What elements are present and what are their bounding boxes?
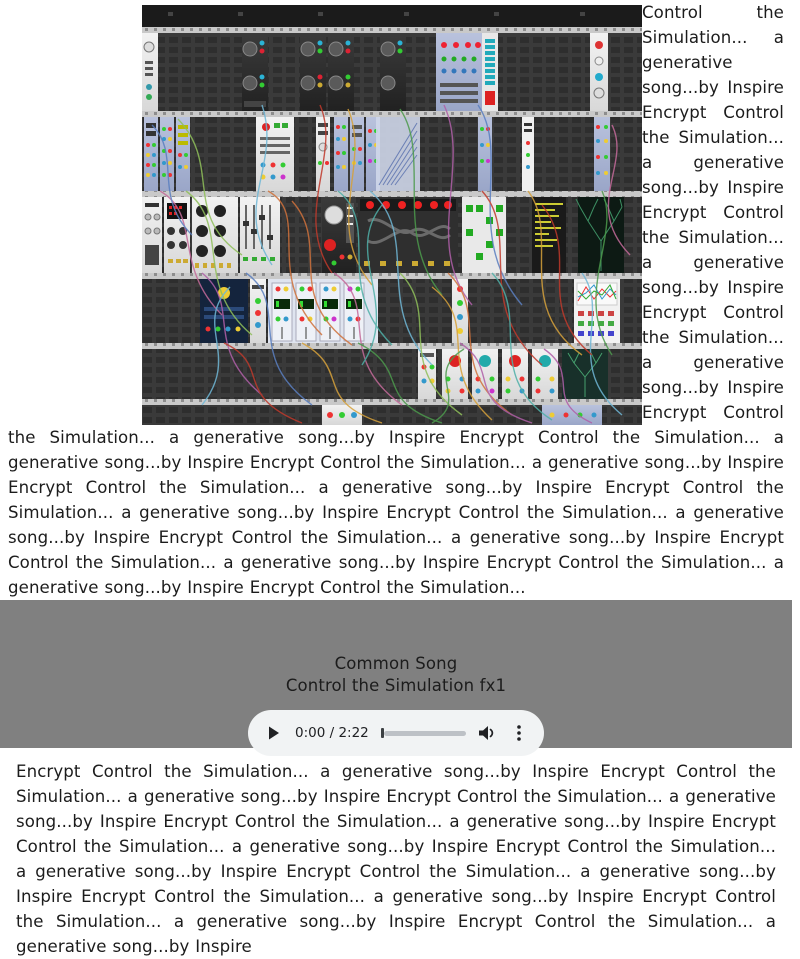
modular-synth-rack-image: [142, 5, 642, 425]
bottom-content-block: Encrypt Control the Simulation... a gene…: [0, 748, 792, 959]
seek-track[interactable]: [383, 730, 466, 736]
more-options-button[interactable]: [508, 722, 530, 744]
speaker-volume-icon: [479, 726, 494, 740]
song-title: Common Song: [334, 654, 458, 673]
seek-slider[interactable]: [380, 723, 466, 743]
play-triangle-icon: [269, 726, 279, 740]
rack-graphic: [142, 5, 642, 425]
right-gutter: [792, 0, 800, 800]
play-button[interactable]: [262, 721, 286, 745]
audio-player[interactable]: 0:00 / 2:22: [248, 710, 544, 756]
vertical-three-dots-icon: [517, 725, 521, 741]
song-subtitle: Control the Simulation fx1: [285, 676, 507, 695]
volume-button[interactable]: [476, 722, 498, 744]
audio-player-band: Common Song Control the Simulation fx1 0…: [0, 600, 792, 756]
time-display: 0:00 / 2:22: [295, 725, 369, 741]
top-content-block: Control the Simulation... a generative s…: [0, 0, 792, 600]
bottom-repeating-text: Encrypt Control the Simulation... a gene…: [16, 762, 776, 956]
